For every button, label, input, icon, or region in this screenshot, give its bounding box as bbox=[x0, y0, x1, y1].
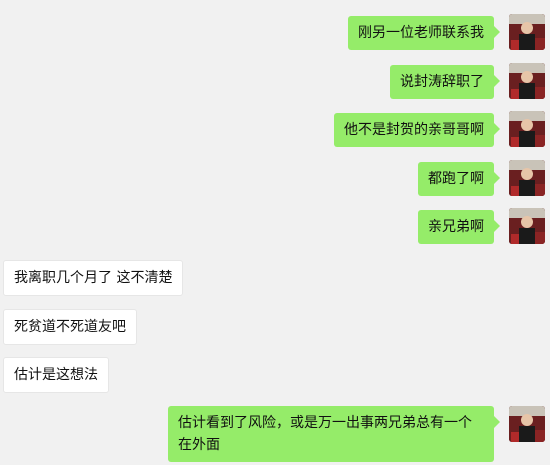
outgoing-message-bubble[interactable]: 刚另一位老师联系我 bbox=[348, 16, 500, 50]
avatar[interactable] bbox=[509, 63, 545, 99]
outgoing-message-bubble[interactable]: 他不是封贺的亲哥哥啊 bbox=[334, 113, 500, 147]
incoming-message-bubble[interactable]: 估计是这想法 bbox=[3, 357, 109, 393]
avatar-icon bbox=[509, 406, 545, 442]
avatar[interactable] bbox=[509, 111, 545, 147]
avatar-icon bbox=[509, 14, 545, 50]
outgoing-message-bubble[interactable]: 说封涛辞职了 bbox=[390, 65, 500, 99]
avatar-icon bbox=[509, 160, 545, 196]
avatar[interactable] bbox=[509, 406, 545, 442]
incoming-message-bubble[interactable]: 我离职几个月了 这不清楚 bbox=[3, 260, 184, 296]
avatar-icon bbox=[509, 111, 545, 147]
avatar[interactable] bbox=[509, 208, 545, 244]
outgoing-message-bubble[interactable]: 亲兄弟啊 bbox=[418, 210, 500, 244]
avatar-icon bbox=[509, 208, 545, 244]
incoming-message-bubble[interactable]: 死贫道不死道友吧 bbox=[3, 309, 137, 345]
outgoing-message-bubble[interactable]: 都跑了啊 bbox=[418, 162, 500, 196]
avatar-icon bbox=[509, 63, 545, 99]
avatar[interactable] bbox=[509, 14, 545, 50]
avatar[interactable] bbox=[509, 160, 545, 196]
outgoing-message-bubble[interactable]: 估计看到了风险，或是万一出事两兄弟总有一个在外面 bbox=[168, 406, 500, 462]
